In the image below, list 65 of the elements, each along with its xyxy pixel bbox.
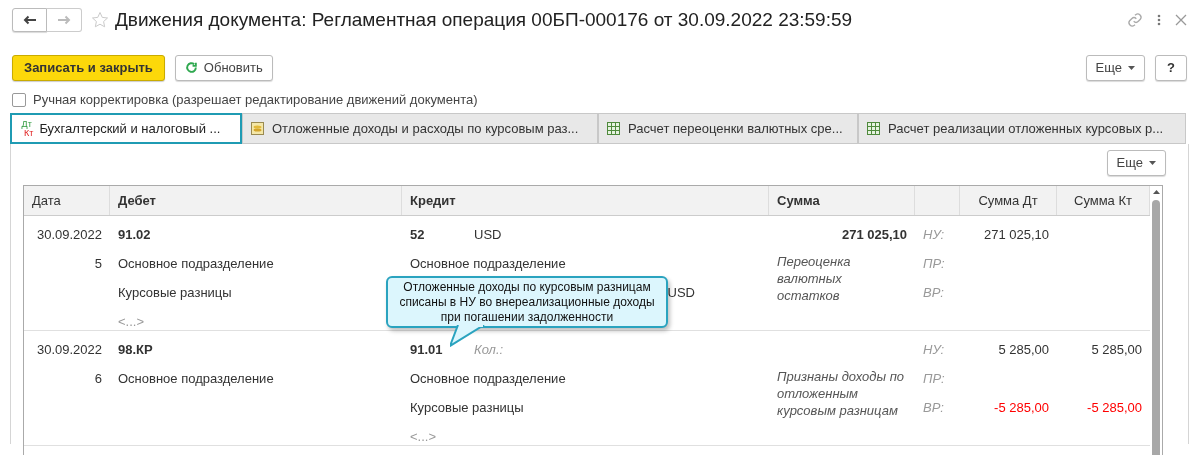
account-code: 91.01 <box>410 340 444 359</box>
debit-credit-icon: Дт Кт <box>20 119 34 138</box>
caret-icon <box>1149 161 1156 165</box>
amount-text: 5 285,00 <box>1091 340 1142 359</box>
subconto-text: Основное подразделение <box>118 254 274 273</box>
column-header: Дата <box>24 186 110 215</box>
save-and-close-button[interactable]: Записать и закрыть <box>12 54 165 81</box>
ledger-label: ВР: <box>923 398 944 417</box>
operation-description: Признаны доходы по отложенным курсовым разницам <box>777 368 906 419</box>
help-button[interactable]: ? <box>1155 54 1187 81</box>
amount-text: 5 285,00 <box>998 340 1049 359</box>
coins-icon <box>251 122 264 135</box>
table-icon <box>607 122 620 135</box>
refresh-icon <box>184 61 198 74</box>
amount-text: 271 025,10 <box>841 225 907 244</box>
tab[interactable]: Расчет реализации отложенных курсовых р... <box>858 113 1186 144</box>
account-code: 91.02 <box>118 225 151 244</box>
checkbox[interactable] <box>12 92 26 107</box>
caret-icon <box>1128 65 1135 70</box>
date-cell-text: 30.09.2022 <box>36 340 102 359</box>
amount-text: -5 285,00 <box>1087 398 1142 417</box>
column-header: Сумма Дт <box>960 186 1057 215</box>
currency-text: USD <box>474 225 502 244</box>
operation-description: Переоценка валютных остатков <box>777 253 852 304</box>
link-icon[interactable] <box>1127 12 1143 28</box>
refresh-button[interactable]: Обновить <box>174 54 273 81</box>
ledger-label: НУ: <box>923 340 945 359</box>
more-button[interactable]: Еще <box>1085 54 1145 81</box>
star-icon[interactable] <box>91 11 109 29</box>
tab[interactable]: Расчет переоценки валютных сре... <box>598 113 858 144</box>
column-header: Сумма <box>769 186 915 215</box>
ledger-label: ПР: <box>923 254 945 273</box>
subconto-text: Основное подразделение <box>118 369 274 388</box>
row-number: 5 <box>94 254 102 273</box>
subconto-text: Основное подразделение <box>410 369 566 388</box>
tab[interactable]: Отложенные доходы и расходы по курсовым раз... <box>242 113 598 144</box>
currency-text: USD <box>667 283 695 302</box>
window-title: Движения документа: Регламентная операция 00БП-000176 от 30.09.2022 23:59:59 <box>115 7 853 32</box>
more-button[interactable]: Еще <box>1106 150 1166 176</box>
scroll-up-icon[interactable] <box>1152 190 1160 194</box>
amount-text: -5 285,00 <box>994 398 1049 417</box>
scrollbar-thumb[interactable] <box>1152 200 1160 455</box>
close-icon[interactable] <box>1175 14 1187 26</box>
subconto-text: Основное подразделение <box>410 254 566 273</box>
column-header: Сумма Кт <box>1057 186 1150 215</box>
forward-arrow-icon <box>57 15 71 25</box>
ledger-label: ВР: <box>923 283 944 302</box>
more-vertical-icon[interactable] <box>1157 14 1161 26</box>
account-code: 98.КР <box>118 340 153 359</box>
quantity-label: Кол.: <box>474 340 504 359</box>
ledger-label: ПР: <box>923 369 945 388</box>
account-code: 52 <box>410 225 426 244</box>
date-cell-text: 30.09.2022 <box>36 225 102 244</box>
row-number: 6 <box>94 369 102 388</box>
column-header: Кредит <box>402 186 769 215</box>
callout-text: Отложенные доходы по курсовым разницам списаны в НУ во внереализационные доходы при погашении задолженности <box>399 279 655 325</box>
checkbox-label: Ручная корректировка (разрешает редактирование движений документа) <box>33 90 478 109</box>
back-button[interactable] <box>12 8 47 32</box>
back-arrow-icon <box>22 15 37 25</box>
amount-text: 271 025,10 <box>983 225 1049 244</box>
subconto-text: Курсовые разницы <box>410 398 524 417</box>
column-header: Дебет <box>110 186 402 215</box>
table-icon <box>867 122 880 135</box>
subconto-text: Курсовые разницы <box>118 283 232 302</box>
ledger-label: НУ: <box>923 225 945 244</box>
